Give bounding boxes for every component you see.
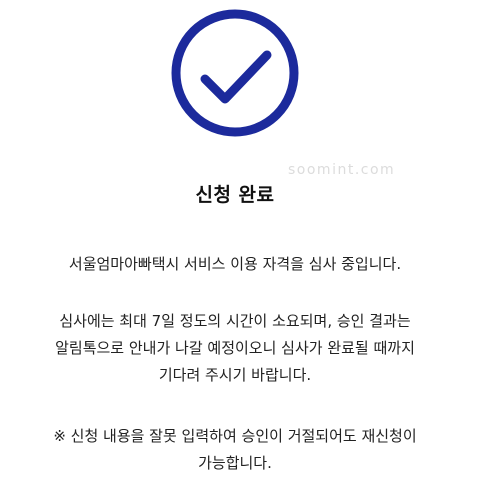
duration-message-line-3: 기다려 주시기 바랍니다. <box>158 366 312 384</box>
watermark: soomint.com <box>288 162 396 178</box>
duration-message: 심사에는 최대 7일 정도의 시간이 소요되며, 승인 결과는 알림톡으로 안내… <box>0 308 470 389</box>
reapply-notice-line-2: 가능합니다. <box>198 454 272 472</box>
check-circle-ring <box>171 9 299 137</box>
reapply-notice-line-1: ※ 신청 내용을 잘못 입력하여 승인이 거절되어도 재신청이 <box>53 427 417 445</box>
duration-message-line-2: 알림톡으로 안내가 나갈 예정이오니 심사가 완료될 때까지 <box>55 339 415 357</box>
review-message: 서울엄마아빠택시 서비스 이용 자격을 심사 중입니다. <box>0 251 470 278</box>
review-message-line: 서울엄마아빠택시 서비스 이용 자격을 심사 중입니다. <box>68 255 402 273</box>
duration-message-line-1: 심사에는 최대 7일 정도의 시간이 소요되며, 승인 결과는 <box>59 312 411 330</box>
reapply-notice: ※ 신청 내용을 잘못 입력하여 승인이 거절되어도 재신청이 가능합니다. <box>0 423 470 477</box>
page-title: 신청 완료 <box>195 184 275 206</box>
check-circle-icon <box>171 9 299 137</box>
checkmark-stroke <box>200 50 272 104</box>
